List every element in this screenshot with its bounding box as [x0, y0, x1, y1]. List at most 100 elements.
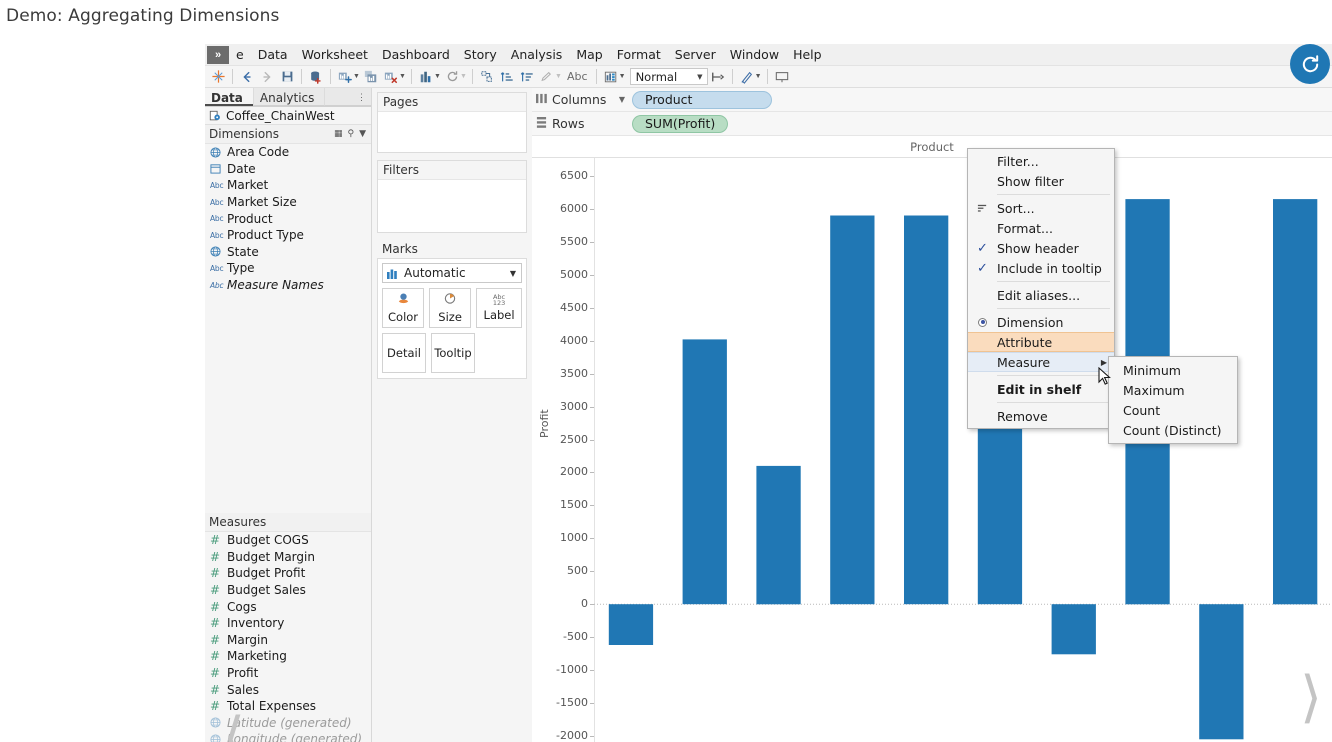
menu-item-analysis[interactable]: Analysis: [504, 44, 570, 66]
size-button[interactable]: Size: [429, 288, 471, 328]
chevron-right-icon[interactable]: ⟩: [1300, 683, 1322, 714]
field-item[interactable]: #Cogs: [205, 598, 371, 615]
bar-mark[interactable]: [683, 339, 727, 604]
add-datasource-icon[interactable]: [306, 67, 326, 87]
context-menu-item[interactable]: Measure▶: [968, 352, 1114, 372]
fit-dropdown[interactable]: Normal ▼: [630, 68, 708, 85]
sort-group-icon[interactable]: [477, 67, 497, 87]
marks-type-dropdown[interactable]: Automatic ▼: [382, 263, 522, 283]
field-item[interactable]: AbcMeasure Names: [205, 277, 371, 294]
show-me-icon[interactable]: [601, 67, 621, 87]
sort-ascending-icon[interactable]: [497, 67, 517, 87]
menu-item-server[interactable]: Server: [668, 44, 723, 66]
menu-item-dashboard[interactable]: Dashboard: [375, 44, 457, 66]
menu-item-story[interactable]: Story: [457, 44, 504, 66]
field-item[interactable]: Date: [205, 161, 371, 178]
submenu-item[interactable]: Count (Distinct): [1109, 420, 1237, 440]
format-painter-icon[interactable]: [737, 67, 757, 87]
context-menu-item[interactable]: Attribute: [968, 332, 1114, 352]
bar-mark[interactable]: [1199, 604, 1243, 739]
menu-item-map[interactable]: Map: [569, 44, 609, 66]
bar-mark[interactable]: [830, 216, 874, 605]
bar-mark[interactable]: [609, 604, 653, 645]
menu-item-worksheet[interactable]: Worksheet: [295, 44, 375, 66]
field-item[interactable]: Longitude (generated): [205, 731, 371, 742]
menu-item-format[interactable]: Format: [610, 44, 668, 66]
columns-pill-product[interactable]: Product: [632, 91, 772, 109]
field-item[interactable]: AbcType: [205, 260, 371, 277]
context-menu-item[interactable]: Sort...: [968, 198, 1114, 218]
field-item[interactable]: #Budget Margin: [205, 549, 371, 566]
context-menu-item[interactable]: ✓Include in tooltip: [968, 258, 1114, 278]
forward-arrow-icon[interactable]: [257, 67, 277, 87]
field-item[interactable]: Latitude (generated): [205, 715, 371, 732]
field-item[interactable]: AbcProduct Type: [205, 227, 371, 244]
filters-card-dropzone[interactable]: [378, 180, 526, 232]
field-item[interactable]: Area Code: [205, 144, 371, 161]
collapse-pane-icon[interactable]: ⋮: [357, 92, 366, 103]
chevron-down-icon[interactable]: ▼: [619, 95, 625, 104]
field-item[interactable]: #Budget Sales: [205, 582, 371, 599]
abc123-label-icon: Abc123: [493, 294, 505, 306]
context-menu-item[interactable]: Show filter: [968, 171, 1114, 191]
field-item[interactable]: #Marketing: [205, 648, 371, 665]
field-item[interactable]: #Sales: [205, 681, 371, 698]
tooltip-button[interactable]: Tooltip: [431, 333, 475, 373]
menu-item-help[interactable]: Help: [786, 44, 829, 66]
field-item[interactable]: AbcMarket: [205, 177, 371, 194]
new-worksheet-icon[interactable]: [335, 67, 355, 87]
save-icon[interactable]: [277, 67, 297, 87]
back-arrow-icon[interactable]: [237, 67, 257, 87]
rows-shelf[interactable]: Rows SUM(Profit): [532, 112, 1332, 136]
menu-item-data[interactable]: Data: [251, 44, 295, 66]
datasource-item[interactable]: Coffee_ChainWest: [205, 107, 371, 125]
sort-descending-icon[interactable]: [517, 67, 537, 87]
menu-item-window[interactable]: Window: [723, 44, 786, 66]
field-item[interactable]: #Margin: [205, 632, 371, 649]
duplicate-sheet-icon[interactable]: [361, 67, 381, 87]
field-item[interactable]: AbcProduct: [205, 210, 371, 227]
field-item[interactable]: #Budget COGS: [205, 532, 371, 549]
context-menu-item[interactable]: Dimension: [968, 312, 1114, 332]
submenu-item[interactable]: Maximum: [1109, 380, 1237, 400]
tab-analytics[interactable]: Analytics: [253, 88, 326, 106]
context-menu-item[interactable]: ✓Show header: [968, 238, 1114, 258]
field-item[interactable]: AbcMarket Size: [205, 194, 371, 211]
color-button[interactable]: Color: [382, 288, 424, 328]
field-item[interactable]: #Budget Profit: [205, 565, 371, 582]
field-item[interactable]: #Total Expenses: [205, 698, 371, 715]
menu-item-truncated[interactable]: e: [229, 44, 251, 66]
field-item[interactable]: State: [205, 244, 371, 261]
rows-pill-sum-profit[interactable]: SUM(Profit): [632, 115, 728, 133]
submenu-item[interactable]: Count: [1109, 400, 1237, 420]
tab-data[interactable]: Data: [205, 88, 253, 106]
fix-axes-icon[interactable]: [708, 67, 728, 87]
submenu-item[interactable]: Minimum: [1109, 360, 1237, 380]
grid-view-icon[interactable]: ▦: [334, 129, 343, 139]
detail-button[interactable]: Detail: [382, 333, 426, 373]
clear-sheet-icon[interactable]: [381, 67, 401, 87]
tableau-logo-icon[interactable]: [208, 67, 228, 87]
field-item[interactable]: #Inventory: [205, 615, 371, 632]
presentation-mode-icon[interactable]: [772, 67, 792, 87]
pages-card-dropzone[interactable]: [378, 112, 526, 152]
label-button[interactable]: Abc123 Label: [476, 288, 522, 328]
abc-label-icon[interactable]: Abc: [563, 70, 592, 83]
context-menu-item[interactable]: Edit aliases...: [968, 285, 1114, 305]
bar-mark[interactable]: [904, 216, 948, 605]
context-menu-item[interactable]: Filter...: [968, 151, 1114, 171]
context-menu-item[interactable]: Remove: [968, 406, 1114, 426]
chevron-down-icon[interactable]: ▼: [359, 129, 366, 139]
columns-shelf[interactable]: Columns ▼ Product: [532, 88, 1332, 112]
refresh-icon[interactable]: [442, 67, 462, 87]
bar-mark[interactable]: [1273, 199, 1317, 604]
bar-mark[interactable]: [756, 466, 800, 604]
field-item[interactable]: #Profit: [205, 665, 371, 682]
bar-mark[interactable]: [1052, 604, 1096, 654]
refresh-circle-icon[interactable]: [1290, 44, 1330, 84]
context-menu-item[interactable]: Format...: [968, 218, 1114, 238]
swap-rows-cols-icon[interactable]: [416, 67, 436, 87]
search-icon[interactable]: ⚲: [347, 129, 354, 139]
context-menu-item[interactable]: Edit in shelf: [968, 379, 1114, 399]
double-chevron-right-icon[interactable]: »: [207, 46, 229, 64]
